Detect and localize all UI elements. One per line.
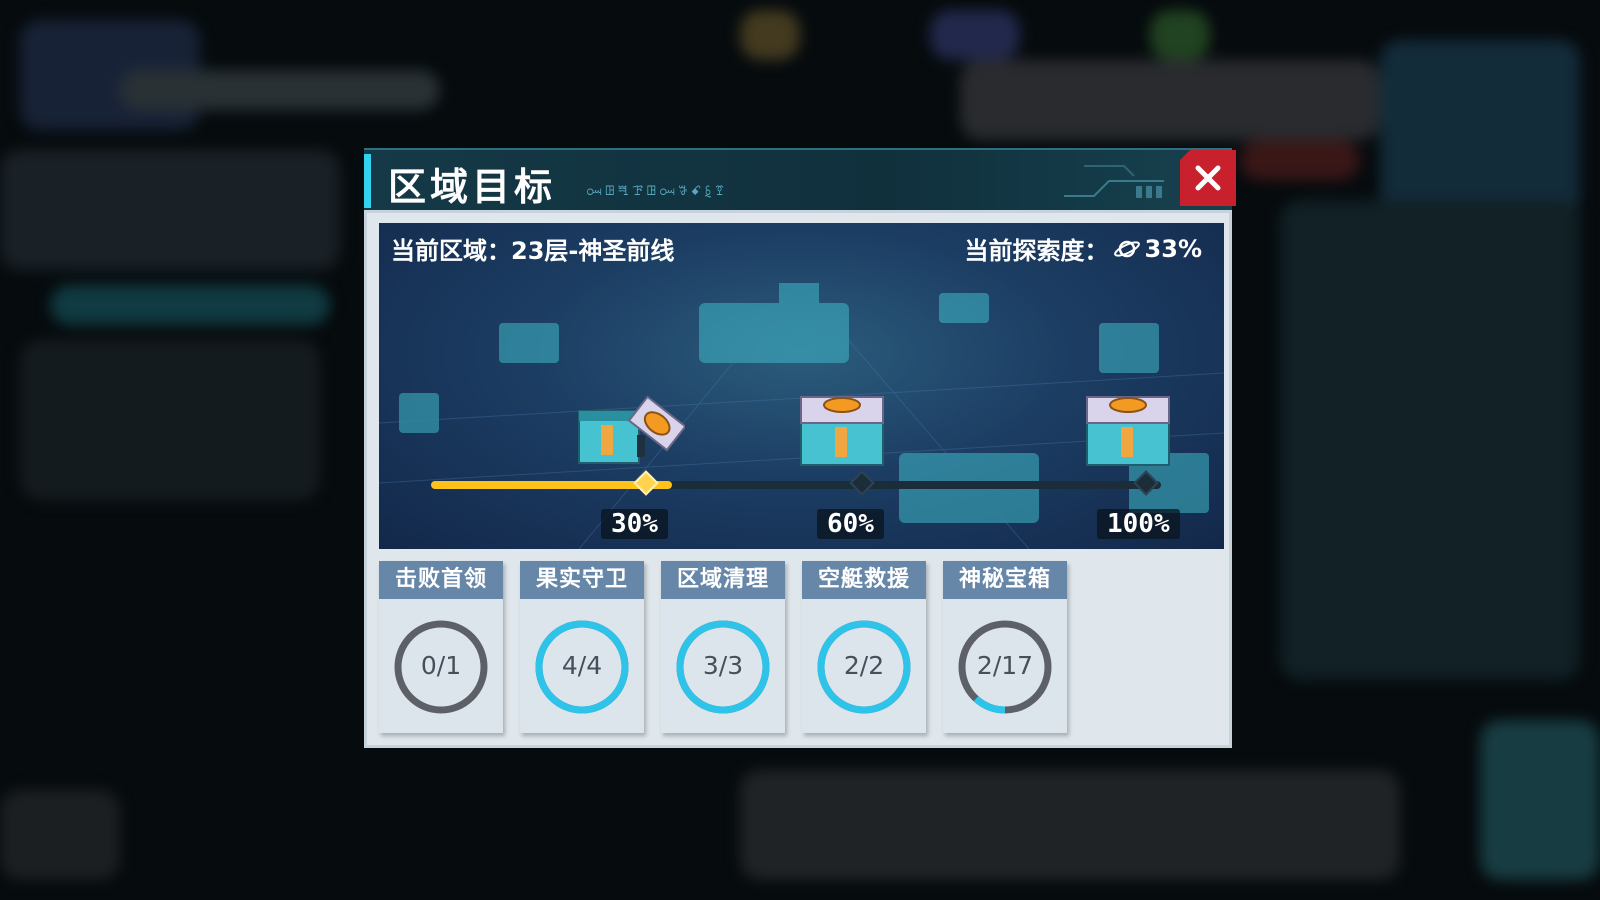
dialog-header: 区域目标 ꗢꖸꖽꘘꖸꗢꗎꗃꗐꗑ bbox=[364, 148, 1236, 212]
exploration-status: 当前探索度： 33% bbox=[965, 231, 1202, 266]
reward-chest-closed[interactable] bbox=[797, 393, 887, 469]
planet-icon bbox=[1113, 240, 1140, 257]
exploration-progress-bar bbox=[431, 481, 1161, 489]
objective-count: 3/3 bbox=[702, 651, 744, 680]
dialog-body: 当前区域：23层-神圣前线 当前探索度： 33% 30% 60% 100% 击败… bbox=[364, 210, 1232, 748]
objective-title: 区域清理 bbox=[661, 561, 785, 599]
circuit-decoration bbox=[1064, 165, 1164, 198]
reward-chest-closed[interactable] bbox=[1083, 393, 1173, 469]
objective-card[interactable]: 击败首领 0/1 bbox=[379, 561, 503, 733]
exploration-label: 当前探索度： bbox=[964, 237, 1109, 265]
current-region-label: 当前区域：23层-神圣前线 bbox=[391, 237, 675, 265]
milestone-label: 60% bbox=[817, 509, 884, 539]
header-accent bbox=[364, 154, 371, 208]
objective-title: 果实守卫 bbox=[520, 561, 644, 599]
objective-title: 空艇救援 bbox=[802, 561, 926, 599]
close-button[interactable] bbox=[1180, 150, 1236, 206]
objective-title: 击败首领 bbox=[379, 561, 503, 599]
region-objectives-dialog: 区域目标 ꗢꖸꖽꘘꖸꗢꗎꗃꗐꗑ 当前区域：23层-神圣前线 当前探索度： 33%… bbox=[364, 148, 1236, 748]
milestone-label: 100% bbox=[1097, 509, 1180, 539]
exploration-banner: 当前区域：23层-神圣前线 当前探索度： 33% 30% 60% 100% bbox=[379, 223, 1224, 549]
dialog-title: 区域目标 bbox=[388, 165, 557, 209]
objective-count: 0/1 bbox=[420, 651, 462, 680]
objective-title: 神秘宝箱 bbox=[943, 561, 1067, 599]
objectives-list: 击败首领 0/1 果实守卫 4/4 区域清理 3/3 空艇救援 2/2 神秘宝箱… bbox=[379, 561, 1224, 733]
exploration-value: 33% bbox=[1144, 234, 1202, 263]
objective-count: 2/17 bbox=[976, 651, 1034, 680]
objective-card[interactable]: 空艇救援 2/2 bbox=[802, 561, 926, 733]
objective-count: 2/2 bbox=[843, 651, 885, 680]
milestone-label: 30% bbox=[601, 509, 668, 539]
objective-card[interactable]: 果实守卫 4/4 bbox=[520, 561, 644, 733]
reward-chest-opened[interactable] bbox=[575, 395, 685, 467]
floating-islands-art bbox=[379, 282, 1224, 549]
objective-card[interactable]: 区域清理 3/3 bbox=[661, 561, 785, 733]
dialog-subtitle: ꗢꖸꖽꘘꖸꗢꗎꗃꗐꗑ bbox=[586, 184, 728, 199]
objective-count: 4/4 bbox=[561, 651, 603, 680]
close-icon bbox=[1195, 165, 1221, 191]
objective-card[interactable]: 神秘宝箱 2/17 bbox=[943, 561, 1067, 733]
